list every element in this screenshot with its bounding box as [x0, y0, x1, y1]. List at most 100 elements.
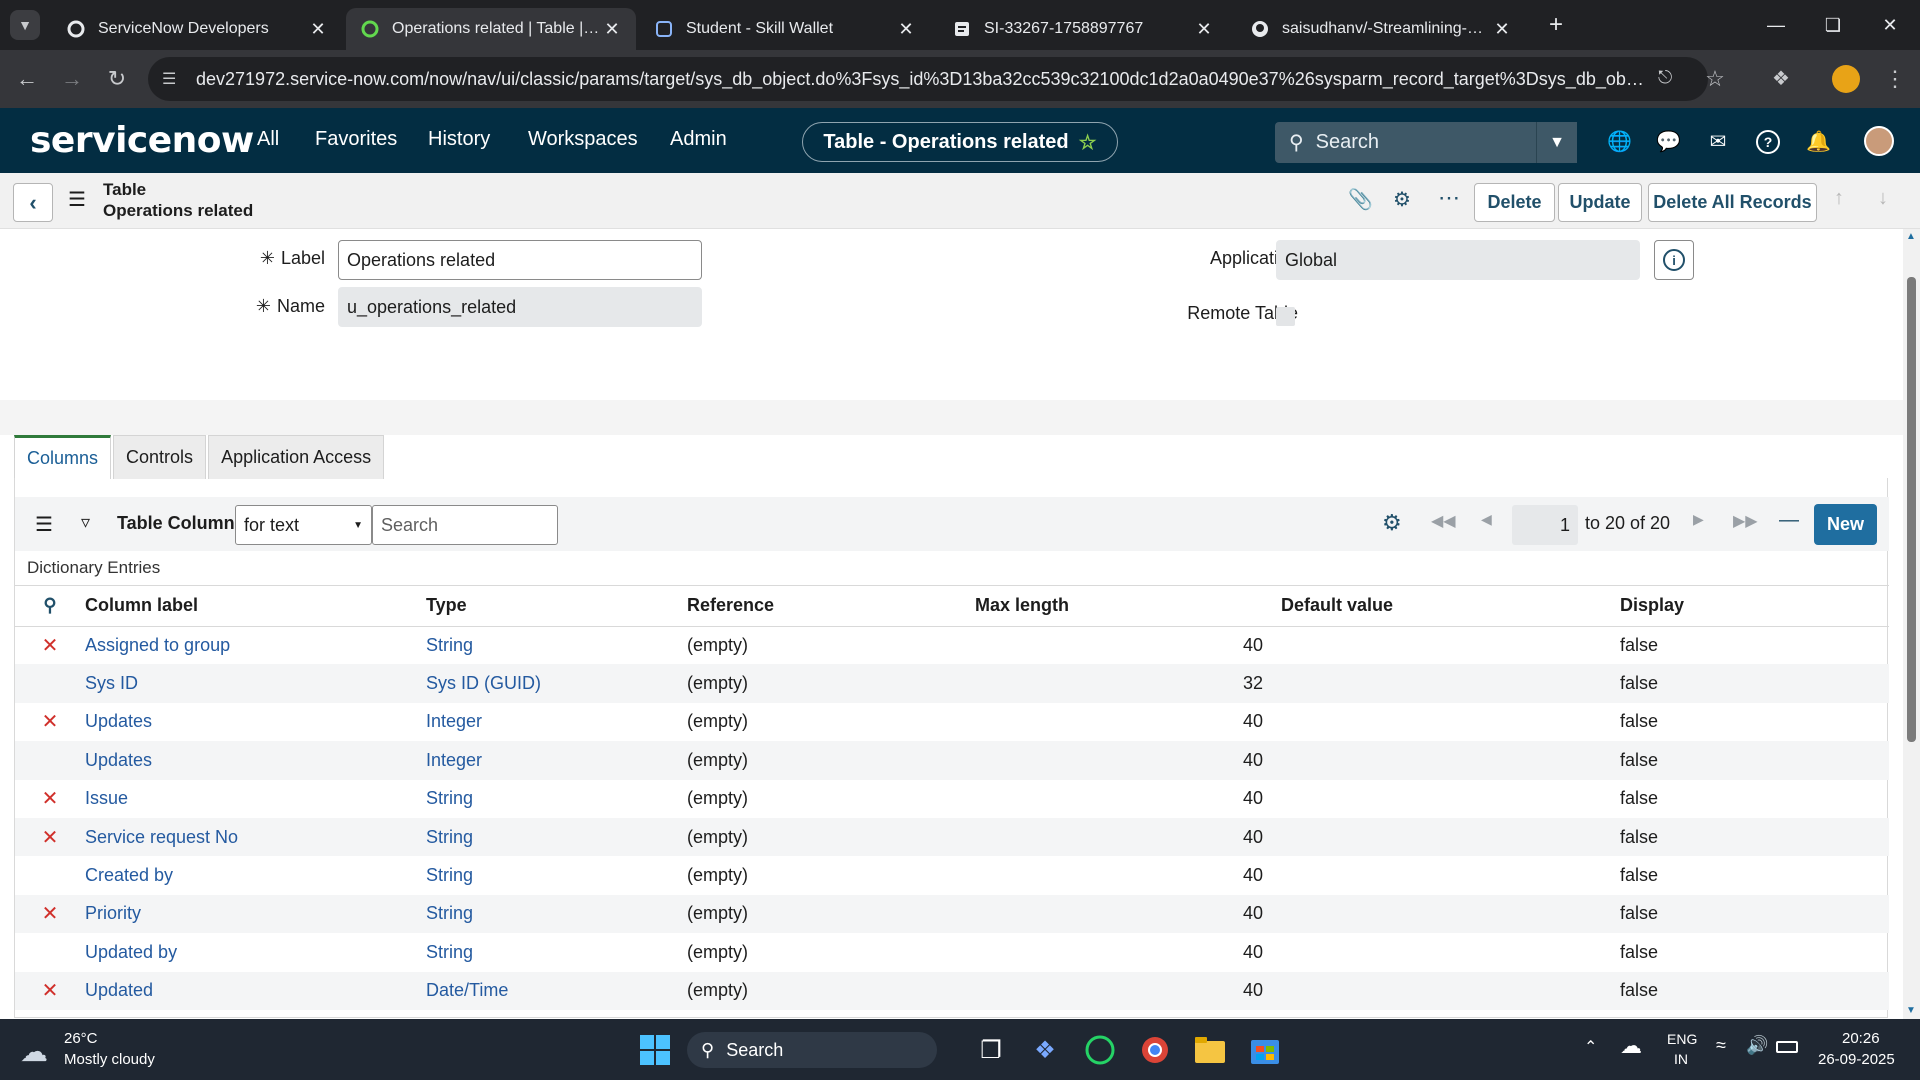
browser-tab-servicenow-developers[interactable]: ServiceNow Developers ✕ [52, 8, 342, 50]
user-avatar[interactable] [1864, 126, 1894, 156]
type-cell[interactable]: String [426, 933, 687, 971]
restore-window-icon[interactable]: ❏ [1813, 10, 1853, 40]
browser-tab-skill-wallet[interactable]: Student - Skill Wallet ✕ [640, 8, 930, 50]
language-top[interactable]: ENG [1667, 1031, 1697, 1047]
type-link[interactable]: String [426, 827, 473, 847]
attachment-icon[interactable]: 📎 [1348, 187, 1373, 212]
column-label-link[interactable]: Created by [85, 865, 173, 885]
column-label-cell[interactable]: Updated [85, 971, 426, 1010]
menu-workspaces[interactable]: Workspaces [528, 128, 638, 151]
delete-button[interactable]: Delete [1474, 183, 1555, 222]
column-label-cell[interactable]: Updates [85, 703, 426, 741]
table-row[interactable]: Updates Integer (empty) 40 false [15, 741, 1889, 780]
type-cell[interactable]: String [426, 856, 687, 894]
battery-icon[interactable] [1776, 1041, 1798, 1053]
column-label-link[interactable]: Priority [85, 903, 141, 923]
column-label-cell[interactable]: Updated by [85, 933, 426, 971]
type-link[interactable]: Sys ID (GUID) [426, 673, 541, 693]
type-link[interactable]: String [426, 942, 473, 962]
whatsapp-icon[interactable] [1083, 1032, 1117, 1068]
extensions-icon[interactable]: ❖ [1766, 64, 1796, 94]
inbox-icon[interactable]: ✉ [1706, 130, 1730, 154]
menu-favorites[interactable]: Favorites [315, 128, 397, 151]
last-page-icon[interactable]: ▶▶ [1733, 511, 1758, 531]
file-explorer-icon[interactable] [1193, 1032, 1227, 1068]
table-row[interactable]: ✕ Updates Integer (empty) 40 false [15, 703, 1889, 741]
browser-tab-si-33267[interactable]: SI-33267-1758897767 ✕ [938, 8, 1228, 50]
browser-menu-icon[interactable]: ⋮ [1880, 64, 1910, 94]
label-input[interactable]: Operations related [338, 240, 702, 280]
profile-avatar-icon[interactable] [1832, 65, 1860, 93]
column-label-link[interactable]: Updates [85, 711, 152, 731]
password-key-icon[interactable]: ⎋ [1658, 67, 1672, 88]
type-link[interactable]: String [426, 865, 473, 885]
menu-history[interactable]: History [428, 128, 490, 151]
weather-cloud-icon[interactable]: ☁ [20, 1035, 48, 1068]
column-label-link[interactable]: Sys ID [85, 673, 138, 693]
remote-table-checkbox[interactable] [1276, 307, 1295, 326]
site-info-icon[interactable]: ☰ [162, 69, 176, 89]
close-tab-icon[interactable]: ✕ [1194, 19, 1214, 40]
volume-icon[interactable]: 🔊 [1746, 1035, 1768, 1056]
close-tab-icon[interactable]: ✕ [896, 19, 916, 40]
chrome-icon[interactable] [1138, 1032, 1172, 1068]
column-label-cell[interactable]: Updates [85, 741, 426, 780]
context-title-pill[interactable]: Table - Operations related ☆ [802, 122, 1118, 162]
tab-search-button[interactable]: ▼ [10, 10, 40, 40]
delete-row-icon[interactable]: ✕ [42, 903, 59, 925]
delete-row-icon[interactable]: ✕ [42, 827, 59, 849]
delete-row-icon[interactable]: ✕ [42, 788, 59, 810]
column-label-link[interactable]: Issue [85, 788, 128, 808]
column-label-cell[interactable]: Issue [85, 780, 426, 818]
column-header-type[interactable]: Type [426, 586, 687, 627]
first-page-icon[interactable]: ◀◀ [1431, 511, 1456, 531]
column-label-cell[interactable]: Created by [85, 856, 426, 894]
column-search-icon[interactable]: ⚲ [15, 586, 85, 627]
tab-columns[interactable]: Columns [14, 435, 112, 479]
search-field-select[interactable]: for text ▼ [235, 505, 372, 545]
type-link[interactable]: Integer [426, 711, 482, 731]
search-scope-dropdown[interactable]: ▼ [1536, 122, 1577, 163]
type-cell[interactable]: Date/Time [426, 971, 687, 1010]
clock-date[interactable]: 26-09-2025 [1818, 1051, 1895, 1068]
type-cell[interactable]: String [426, 817, 687, 857]
help-icon[interactable]: ? [1756, 130, 1780, 154]
menu-all[interactable]: All [257, 128, 279, 151]
column-label-cell[interactable]: Priority [85, 894, 426, 934]
delete-row-icon[interactable]: ✕ [42, 711, 59, 733]
column-header-display[interactable]: Display [1620, 586, 1889, 627]
column-header-default-value[interactable]: Default value [1281, 586, 1620, 627]
type-cell[interactable]: String [426, 626, 687, 664]
browser-tab-github[interactable]: saisudhanv/-Streamlining-Ticket ✕ [1236, 8, 1526, 50]
globe-icon[interactable]: 🌐 [1607, 130, 1632, 154]
notifications-bell-icon[interactable]: 🔔 [1806, 130, 1831, 154]
table-row[interactable]: ✕ Updated Date/Time (empty) 40 false [15, 971, 1889, 1010]
show-hidden-icons-icon[interactable]: ⌃ [1584, 1037, 1597, 1057]
type-cell[interactable]: Integer [426, 703, 687, 741]
column-header-max-length[interactable]: Max length [975, 586, 1281, 627]
taskbar-search[interactable]: ⚲ Search [687, 1032, 937, 1068]
update-button[interactable]: Update [1558, 183, 1642, 222]
page-number-input[interactable]: 1 [1512, 505, 1578, 545]
type-link[interactable]: String [426, 788, 473, 808]
delete-row-icon[interactable]: ✕ [42, 980, 59, 1002]
scroll-up-arrow-icon[interactable]: ▲ [1906, 231, 1916, 242]
application-info-button[interactable]: i [1654, 240, 1694, 280]
servicenow-logo[interactable]: servicenow [30, 120, 254, 161]
wifi-icon[interactable]: ≈ [1716, 1035, 1726, 1056]
form-context-menu-icon[interactable]: ☰ [68, 187, 86, 212]
start-windows-icon[interactable] [638, 1032, 672, 1068]
next-record-icon[interactable]: ↓ [1878, 187, 1888, 210]
table-row[interactable]: ✕ Assigned to group String (empty) 40 false [15, 626, 1889, 664]
column-label-cell[interactable]: Sys ID [85, 664, 426, 703]
favorite-star-icon[interactable]: ☆ [1079, 130, 1097, 155]
more-options-icon[interactable]: ⋯ [1438, 185, 1460, 211]
clock-time[interactable]: 20:26 [1842, 1030, 1880, 1047]
table-row[interactable]: Created by String (empty) 40 false [15, 856, 1889, 894]
column-label-link[interactable]: Updated [85, 980, 153, 1000]
scroll-down-arrow-icon[interactable]: ▼ [1906, 1005, 1916, 1016]
bookmark-star-icon[interactable]: ☆ [1700, 64, 1730, 94]
column-label-link[interactable]: Assigned to group [85, 635, 230, 655]
close-tab-icon[interactable]: ✕ [1492, 19, 1512, 40]
filter-icon[interactable]: ▿ [81, 512, 90, 533]
